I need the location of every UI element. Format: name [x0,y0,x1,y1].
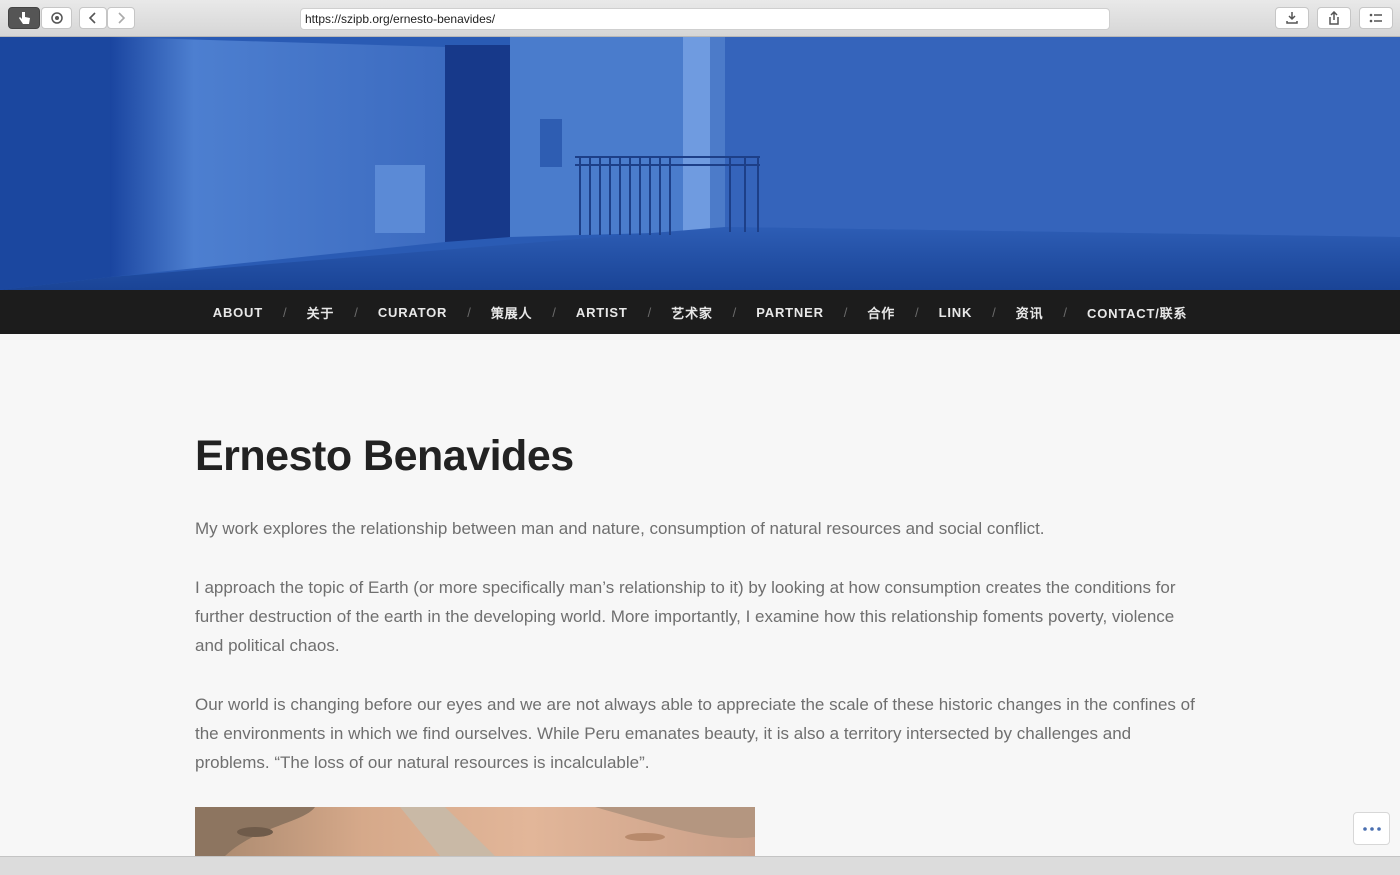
nav-separator: / [467,304,471,320]
share-button[interactable] [1317,7,1351,29]
reading-list-button[interactable] [1359,7,1393,29]
share-icon [1329,11,1339,25]
nav-separator: / [732,304,737,320]
nav-item-news[interactable]: 资讯 [1016,303,1044,322]
article-paragraph: I approach the topic of Earth (or more s… [195,578,1176,655]
page-title: Ernesto Benavides [195,432,574,480]
article-paragraph: Our world is changing before our eyes an… [195,695,1195,772]
nav-item-partner-cn[interactable]: 合作 [867,303,895,322]
chevron-left-icon [88,12,96,24]
nav-separator: / [354,304,358,320]
article-paragraph: My work explores the relationship betwee… [195,519,1045,538]
nav-item-partner[interactable]: PARTNER [756,305,823,320]
header-image [0,37,1400,290]
forward-button[interactable] [107,7,135,29]
nav-item-artist-cn[interactable]: 艺术家 [671,303,712,322]
browser-status-bar [0,856,1400,875]
gallery-room-illustration [0,37,1400,290]
target-icon [50,12,63,24]
nav-separator: / [915,304,919,320]
nav-separator: / [647,304,652,320]
chevron-right-icon [118,12,126,24]
nav-item-link[interactable]: LINK [939,305,973,320]
back-button[interactable] [79,7,107,29]
nav-separator: / [1063,304,1068,320]
nav-separator: / [992,304,996,320]
aerial-landscape-illustration [195,807,755,856]
article-image [195,807,755,856]
main-navigation: ABOUT / 关于 / CURATOR / 策展人 / ARTIST / 艺术… [0,290,1400,334]
nav-item-contact[interactable]: CONTACT/联系 [1087,303,1187,322]
screenshot-button[interactable] [41,7,72,29]
hand-pointer-icon [19,12,30,24]
nav-separator: / [843,304,848,320]
nav-separator: / [282,304,287,320]
address-bar[interactable]: https://szipb.org/ernesto-benavides/ [300,8,1110,30]
nav-item-curator[interactable]: CURATOR [378,305,447,320]
more-options-button[interactable] [1353,812,1390,845]
download-button[interactable] [1275,7,1309,29]
list-icon [1369,13,1382,23]
nav-item-curator-cn[interactable]: 策展人 [491,303,532,322]
download-icon [1286,12,1298,24]
pointer-tool-button[interactable] [8,7,40,29]
nav-item-about[interactable]: ABOUT [213,305,263,320]
ellipsis-icon [1362,826,1381,831]
nav-item-artist[interactable]: ARTIST [576,305,628,320]
nav-item-about-cn[interactable]: 关于 [307,303,335,322]
nav-separator: / [552,304,556,320]
browser-toolbar: https://szipb.org/ernesto-benavides/ [0,0,1400,37]
